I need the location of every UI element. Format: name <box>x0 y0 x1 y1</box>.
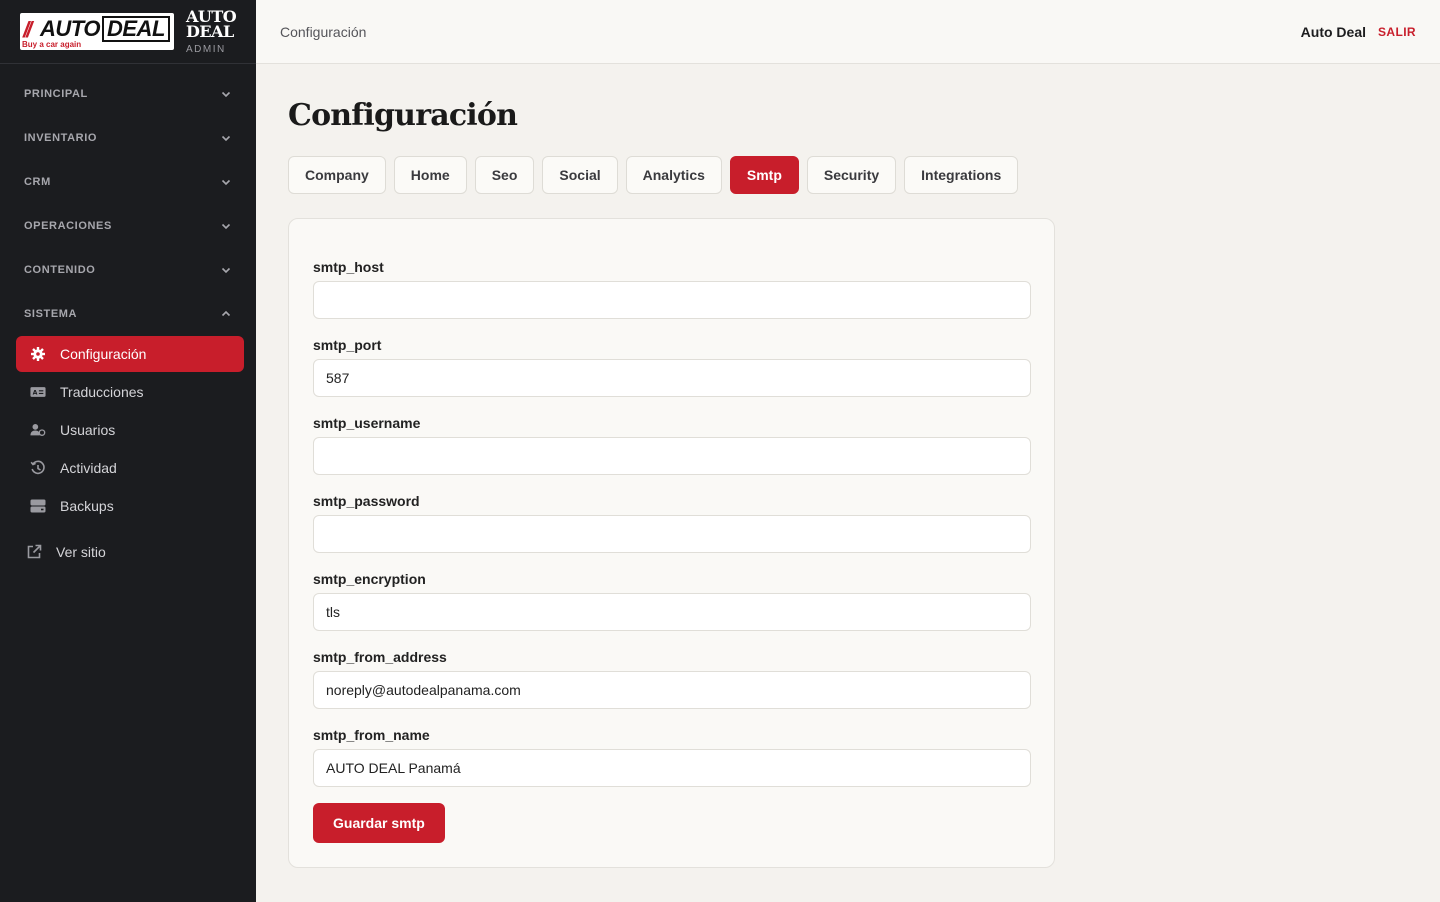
users-icon <box>30 422 46 438</box>
nav-section-principal[interactable]: PRINCIPAL <box>0 72 256 116</box>
sidebar-item-backups[interactable]: Backups <box>16 488 244 524</box>
field-smtp-from-address: smtp_from_address <box>313 649 1031 709</box>
field-smtp-username: smtp_username <box>313 415 1031 475</box>
field-label: smtp_password <box>313 493 420 509</box>
field-smtp-from-name: smtp_from_name <box>313 727 1031 787</box>
sidebar-item-label: Usuarios <box>60 422 116 438</box>
svg-text:A: A <box>33 390 38 397</box>
smtp-settings-card: smtp_host smtp_port smtp_username smtp_p… <box>288 218 1055 868</box>
tab-analytics[interactable]: Analytics <box>625 156 722 194</box>
breadcrumb: Configuración <box>280 23 367 40</box>
smtp-from-address-input[interactable] <box>313 671 1031 709</box>
sidebar-link-label: Ver sitio <box>56 544 106 560</box>
chevron-down-icon <box>220 132 232 144</box>
field-label: smtp_encryption <box>313 571 426 587</box>
database-icon <box>30 498 46 514</box>
sidebar-link-ver-sitio[interactable]: Ver sitio <box>0 534 256 570</box>
sidebar-item-configuracion[interactable]: Configuración <box>16 336 244 372</box>
brand-title: AUTO DEAL ADMIN <box>186 8 237 55</box>
field-label: smtp_host <box>313 259 384 275</box>
tab-home[interactable]: Home <box>393 156 467 194</box>
main-content: Configuración Company Home Seo Social An… <box>288 64 1408 868</box>
smtp-host-input[interactable] <box>313 281 1031 319</box>
save-smtp-button[interactable]: Guardar smtp <box>313 803 445 843</box>
sidebar-item-label: Actividad <box>60 460 117 476</box>
nav-section-label: SISTEMA <box>24 308 78 320</box>
smtp-encryption-input[interactable] <box>313 593 1031 631</box>
chevron-down-icon <box>220 176 232 188</box>
field-label: smtp_username <box>313 415 421 431</box>
field-smtp-host: smtp_host <box>313 259 1031 319</box>
topbar: Configuración Auto Deal SALIR <box>256 0 1440 64</box>
chevron-down-icon <box>220 264 232 276</box>
sidebar-item-label: Backups <box>60 498 114 514</box>
smtp-password-input[interactable] <box>313 515 1031 553</box>
external-link-icon <box>26 544 42 560</box>
nav-section-label: CONTENIDO <box>24 264 96 276</box>
smtp-port-input[interactable] <box>313 359 1031 397</box>
nav-section-label: OPERACIONES <box>24 220 112 232</box>
tab-seo[interactable]: Seo <box>474 156 535 194</box>
logo-text-deal: DEAL <box>102 16 170 42</box>
brand-header: // AUTO DEAL Buy a car again AUTO DEAL A… <box>0 0 256 64</box>
brand-logo[interactable]: // AUTO DEAL Buy a car again <box>20 13 174 50</box>
nav-section-contenido[interactable]: CONTENIDO <box>0 248 256 292</box>
page-title: Configuración <box>288 98 518 133</box>
tab-social[interactable]: Social <box>542 156 618 194</box>
nav-section-label: INVENTARIO <box>24 132 98 144</box>
user-name: Auto Deal <box>1300 23 1366 40</box>
logo-text-auto: AUTO <box>40 16 100 41</box>
brand-subtitle: ADMIN <box>186 43 226 55</box>
chevron-down-icon <box>220 88 232 100</box>
tab-security[interactable]: Security <box>806 156 897 194</box>
field-smtp-port: smtp_port <box>313 337 1031 397</box>
tab-integrations[interactable]: Integrations <box>904 156 1019 194</box>
sidebar: // AUTO DEAL Buy a car again AUTO DEAL A… <box>0 0 256 902</box>
tab-company[interactable]: Company <box>288 156 386 194</box>
tab-smtp[interactable]: Smtp <box>729 156 799 194</box>
nav-section-operaciones[interactable]: OPERACIONES <box>0 204 256 248</box>
field-label: smtp_from_address <box>313 649 447 665</box>
settings-tabs: Company Home Seo Social Analytics Smtp S… <box>288 156 1408 194</box>
nav-section-crm[interactable]: CRM <box>0 160 256 204</box>
sistema-nav-list: Configuración A Traducciones Usuarios Ac… <box>0 336 256 524</box>
history-icon <box>30 460 46 476</box>
smtp-from-name-input[interactable] <box>313 749 1031 787</box>
language-icon: A <box>30 384 46 400</box>
chevron-up-icon <box>220 308 232 320</box>
nav-section-sistema[interactable]: SISTEMA <box>0 292 256 336</box>
chevron-down-icon <box>220 220 232 232</box>
topbar-user-area: Auto Deal SALIR <box>1301 24 1416 40</box>
brand-title-line2: DEAL <box>186 21 234 41</box>
field-label: smtp_port <box>313 337 382 353</box>
nav-section-label: PRINCIPAL <box>24 88 88 100</box>
logo-tagline: Buy a car again <box>22 40 82 49</box>
sidebar-item-traducciones[interactable]: A Traducciones <box>16 374 244 410</box>
smtp-username-input[interactable] <box>313 437 1031 475</box>
field-smtp-password: smtp_password <box>313 493 1031 553</box>
sidebar-item-usuarios[interactable]: Usuarios <box>16 412 244 448</box>
logout-link[interactable]: SALIR <box>1378 25 1416 39</box>
nav-section-inventario[interactable]: INVENTARIO <box>0 116 256 160</box>
field-smtp-encryption: smtp_encryption <box>313 571 1031 631</box>
sidebar-item-label: Traducciones <box>60 384 144 400</box>
gear-icon <box>30 346 46 362</box>
field-label: smtp_from_name <box>313 727 430 743</box>
sidebar-item-label: Configuración <box>60 346 147 362</box>
nav-section-label: CRM <box>24 176 51 188</box>
sidebar-item-actividad[interactable]: Actividad <box>16 450 244 486</box>
